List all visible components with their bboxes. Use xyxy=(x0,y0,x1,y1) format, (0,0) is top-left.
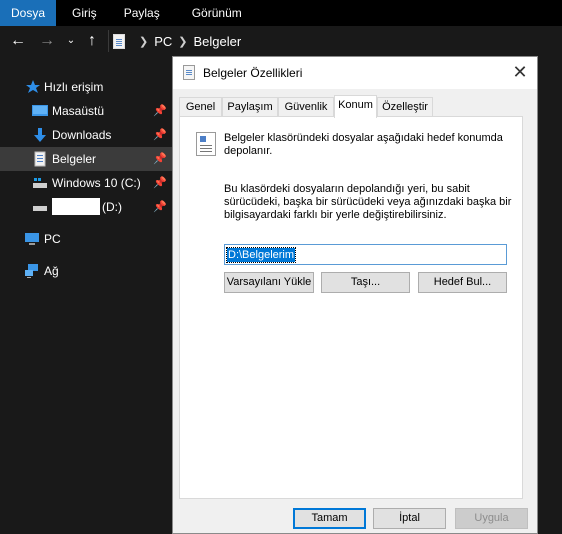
drive-icon xyxy=(33,206,47,211)
address-bar[interactable]: ❯ PC ❯ Belgeler xyxy=(108,30,562,52)
breadcrumb-belgeler[interactable]: Belgeler xyxy=(194,34,242,49)
chevron-right-icon[interactable]: ❯ xyxy=(178,35,187,48)
sidebar-item-label: PC xyxy=(44,232,61,246)
tab-gorunum[interactable]: Görünüm xyxy=(181,0,253,26)
recent-chevron-down-icon[interactable]: ⌄ xyxy=(62,32,80,50)
ok-button[interactable]: Tamam xyxy=(293,508,366,529)
path-value: D:\Belgelerim xyxy=(225,247,297,263)
restore-default-button[interactable]: Varsayılanı Yükle xyxy=(224,272,314,293)
sidebar-item-label: (D:) xyxy=(102,200,122,214)
documents-icon xyxy=(34,151,46,167)
apply-button[interactable]: Uygula xyxy=(455,508,528,529)
star-icon xyxy=(26,80,40,93)
tab-giris[interactable]: Giriş xyxy=(61,0,108,26)
forward-arrow-icon[interactable]: → xyxy=(38,32,56,50)
redacted-label-box xyxy=(52,198,100,215)
move-button[interactable]: Taşı... xyxy=(321,272,410,293)
sidebar-item-windows-c[interactable]: Windows 10 (C:) 📌 xyxy=(0,171,172,195)
find-target-button[interactable]: Hedef Bul... xyxy=(418,272,507,293)
sidebar-item-label: Downloads xyxy=(52,128,112,142)
sidebar-item-downloads[interactable]: Downloads 📌 xyxy=(0,123,172,147)
location-intro-text: Belgeler klasöründeki dosyalar aşağıdaki… xyxy=(224,132,503,157)
pin-icon[interactable]: 📌 xyxy=(153,104,167,118)
download-arrow-icon xyxy=(34,128,46,142)
pin-icon[interactable]: 📌 xyxy=(153,176,167,190)
sidebar-item-pc[interactable]: PC xyxy=(0,227,172,251)
pin-icon[interactable]: 📌 xyxy=(153,128,167,142)
documents-icon xyxy=(113,33,125,49)
tab-ozellestir[interactable]: Özelleştir xyxy=(377,97,433,117)
dialog-title-bar[interactable]: Belgeler Özellikleri ✕ xyxy=(173,57,537,89)
sidebar-item-label: Windows 10 (C:) xyxy=(52,176,141,190)
desktop-icon xyxy=(32,105,48,116)
tab-guvenlik[interactable]: Güvenlik xyxy=(278,97,334,117)
properties-dialog: Belgeler Özellikleri ✕ Genel Paylaşım Gü… xyxy=(172,56,538,534)
sidebar-item-label: Hızlı erişim xyxy=(44,80,104,94)
dialog-title: Belgeler Özellikleri xyxy=(203,66,303,80)
navigation-bar: ← → ⌄ ↑ ❯ PC ❯ Belgeler xyxy=(0,26,562,56)
drive-icon xyxy=(33,178,47,188)
sidebar-item-drive-d[interactable]: (D:) 📌 xyxy=(0,195,172,219)
pin-icon[interactable]: 📌 xyxy=(153,200,167,214)
tab-paylasim[interactable]: Paylaşım xyxy=(222,97,278,117)
tab-paylas[interactable]: Paylaş xyxy=(113,0,171,26)
sidebar-item-network[interactable]: Ağ xyxy=(0,259,172,283)
network-icon xyxy=(25,264,38,278)
up-arrow-icon[interactable]: ↑ xyxy=(83,32,101,50)
navigation-pane: Hızlı erişim Masaüstü 📌 Downloads 📌 Belg… xyxy=(0,56,172,534)
breadcrumb-pc[interactable]: PC xyxy=(154,34,172,49)
back-arrow-icon[interactable]: ← xyxy=(9,32,27,50)
sidebar-item-quick-access[interactable]: Hızlı erişim xyxy=(0,75,172,99)
tab-konum[interactable]: Konum xyxy=(334,95,377,118)
cancel-button[interactable]: İptal xyxy=(373,508,446,529)
sidebar-item-label: Ağ xyxy=(44,264,59,278)
sidebar-item-masaustu[interactable]: Masaüstü 📌 xyxy=(0,99,172,123)
ribbon-tabs: Dosya Giriş Paylaş Görünüm xyxy=(0,0,562,26)
tab-genel[interactable]: Genel xyxy=(179,97,222,117)
location-path-input[interactable]: D:\Belgelerim xyxy=(224,244,507,265)
sidebar-item-label: Belgeler xyxy=(52,152,97,166)
sidebar-item-label: Masaüstü xyxy=(52,104,105,118)
document-folder-icon xyxy=(196,132,216,156)
chevron-right-icon[interactable]: ❯ xyxy=(139,35,148,48)
location-description-text: Bu klasördeki dosyaların depolandığı yer… xyxy=(224,183,512,221)
sidebar-item-belgeler[interactable]: Belgeler 📌 xyxy=(0,147,172,171)
pin-icon[interactable]: 📌 xyxy=(153,152,167,166)
close-icon[interactable]: ✕ xyxy=(509,61,531,83)
documents-icon xyxy=(183,65,195,80)
location-tab-panel: Belgeler klasöründeki dosyalar aşağıdaki… xyxy=(179,116,523,499)
tab-dosya[interactable]: Dosya xyxy=(0,0,57,26)
computer-icon xyxy=(25,233,39,245)
